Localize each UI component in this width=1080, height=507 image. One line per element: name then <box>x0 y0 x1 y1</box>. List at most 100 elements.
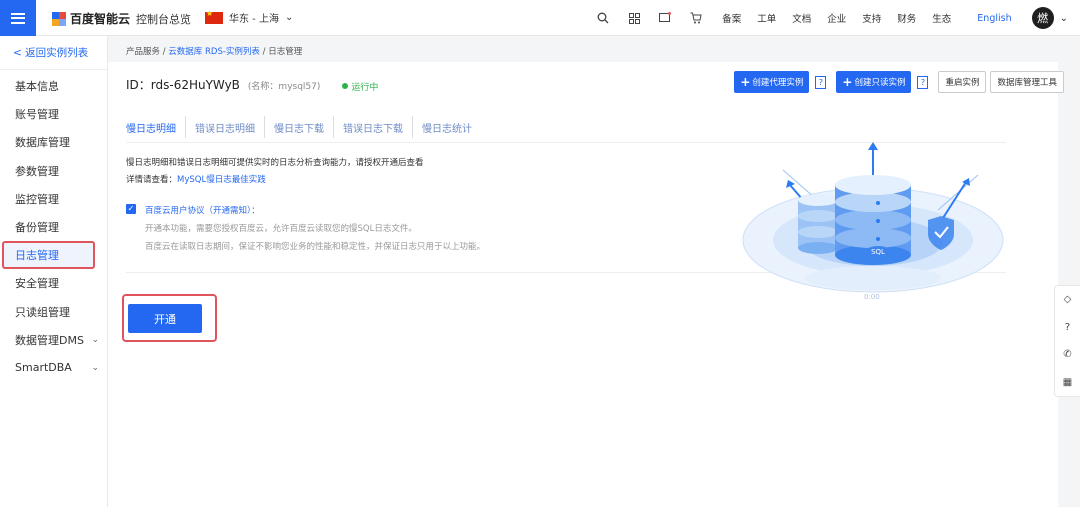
avatar[interactable]: 燃 <box>1031 7 1054 29</box>
phone-icon[interactable]: ✆ <box>1063 349 1071 360</box>
message-icon[interactable] <box>652 0 678 36</box>
agreement-block: ✓ 百度云用户协议（开通需知）： 开通本功能，需要您授权百度云，允许百度云读取您… <box>126 202 485 256</box>
restart-instance-button[interactable]: 重启实例 <box>938 71 987 93</box>
sidebar-item-database[interactable]: 数据库管理 <box>0 128 107 156</box>
description-text: 慢日志明细和错误日志明细可提供实时的日志分析查询能力，请授权开通后查看 <box>126 158 424 168</box>
grid-icon[interactable] <box>621 0 647 36</box>
help-circle-icon[interactable]: ? <box>1065 322 1070 333</box>
console-overview-link[interactable]: 控制台总览 <box>136 11 191 27</box>
sidebar-item-smartdba[interactable]: SmartDBA ⌄ <box>0 354 107 382</box>
button-label: 创建只读实例 <box>854 78 906 88</box>
plus-icon: + <box>740 75 751 89</box>
instance-header: ID：rds-62HuYWyB (名称：mysql57) 运行中 <box>126 76 378 93</box>
details-line: 详情请查看：MySQL慢日志最佳实践 <box>126 172 424 189</box>
nav-enterprise[interactable]: 企业 <box>827 11 846 25</box>
database-illustration: SQL <box>742 142 1004 293</box>
sidebar-item-logs[interactable]: 日志管理 <box>2 241 95 270</box>
sidebar-item-label: SmartDBA <box>15 361 72 375</box>
open-button-highlight: 开通 <box>122 294 217 342</box>
details-prefix: 详情请查看： <box>126 175 178 185</box>
sidebar-item-label: 数据库管理 <box>15 136 70 150</box>
agreement-title-link[interactable]: 百度云用户协议（开通需知）： <box>126 202 485 220</box>
help-icon[interactable]: ? <box>917 75 929 89</box>
sidebar-item-account[interactable]: 账号管理 <box>0 100 107 128</box>
database-tool-button[interactable]: 数据库管理工具 <box>990 71 1064 93</box>
china-flag-icon <box>205 9 223 24</box>
breadcrumb-separator: / <box>259 47 269 57</box>
region-selector[interactable]: 华东 - 上海 ⌄ <box>205 9 294 25</box>
chevron-down-icon: ⌄ <box>284 12 294 23</box>
feature-description: 慢日志明细和错误日志明细可提供实时的日志分析查询能力，请授权开通后查看 详情请查… <box>126 155 424 189</box>
tab-error-log-download[interactable]: 错误日志下载 <box>334 116 413 138</box>
baidu-cloud-logo-icon <box>52 11 66 26</box>
create-proxy-instance-button[interactable]: + 创建代理实例 <box>734 71 810 93</box>
agreement-text: 开通本功能，需要您授权百度云，允许百度云读取您的慢SQL日志文件。 <box>145 224 417 234</box>
sidebar-item-parameters[interactable]: 参数管理 <box>0 157 107 185</box>
tag-icon[interactable]: ◇ <box>1064 294 1072 305</box>
instance-name: (名称：mysql57) <box>247 82 321 92</box>
sidebar-item-label: 日志管理 <box>15 249 59 263</box>
sidebar-item-label: 监控管理 <box>15 192 59 206</box>
chevron-down-icon: ⌄ <box>91 362 99 373</box>
tab-slow-log-detail[interactable]: 慢日志明细 <box>126 116 186 138</box>
cart-icon[interactable] <box>683 0 709 36</box>
create-readonly-instance-button[interactable]: + 创建只读实例 <box>836 71 912 93</box>
grid-icon[interactable]: ▦ <box>1063 377 1072 388</box>
nav-ticket[interactable]: 工单 <box>757 11 776 25</box>
sidebar-item-monitoring[interactable]: 监控管理 <box>0 185 107 213</box>
breadcrumb-rds-list[interactable]: 云数据库 RDS-实例列表 <box>168 47 260 57</box>
sidebar-item-label: 备份管理 <box>15 221 59 235</box>
log-tabs: 慢日志明细 错误日志明细 慢日志下载 错误日志下载 慢日志统计 <box>126 116 481 138</box>
menu-button[interactable] <box>0 0 36 36</box>
best-practice-link[interactable]: MySQL慢日志最佳实践 <box>177 175 266 185</box>
sidebar-item-label: 账号管理 <box>15 108 59 122</box>
instance-actions: + 创建代理实例 ? + 创建只读实例 ? 重启实例 数据库管理工具 <box>734 71 1064 93</box>
status-text: 运行中 <box>351 82 379 93</box>
back-to-instance-list-link[interactable]: < 返回实例列表 <box>0 36 107 70</box>
tab-error-log-detail[interactable]: 错误日志明细 <box>186 116 265 138</box>
status-dot-icon <box>342 83 349 89</box>
logo-text: 百度智能云 <box>70 12 131 26</box>
status-badge: 运行中 <box>342 80 378 93</box>
nav-support[interactable]: 支持 <box>862 11 881 25</box>
top-right-nav: 备案 工单 文档 企业 支持 财务 生态 English 燃 ⌄ <box>590 0 1080 36</box>
nav-ecosystem[interactable]: 生态 <box>932 11 951 25</box>
sidebar-item-readonly-group[interactable]: 只读组管理 <box>0 298 107 326</box>
sidebar-item-label: 基本信息 <box>15 80 59 94</box>
region-label: 华东 - 上海 <box>229 14 279 25</box>
enable-button[interactable]: 开通 <box>128 304 202 333</box>
nav-docs[interactable]: 文档 <box>792 11 811 25</box>
language-switch[interactable]: English <box>977 13 1011 24</box>
breadcrumb: 产品服务 / 云数据库 RDS-实例列表 / 日志管理 <box>126 45 302 57</box>
nav-finance[interactable]: 财务 <box>897 11 916 25</box>
instance-id: ID：rds-62HuYWyB <box>126 78 240 92</box>
tab-slow-log-download[interactable]: 慢日志下载 <box>265 116 334 138</box>
tab-slow-log-stats[interactable]: 慢日志统计 <box>413 116 481 138</box>
help-icon[interactable]: ? <box>815 75 827 89</box>
nav-record[interactable]: 备案 <box>722 11 741 25</box>
plus-icon: + <box>842 75 853 89</box>
sidebar-item-label: 安全管理 <box>15 277 59 291</box>
agreement-text: 百度云在读取日志期间，保证不影响您业务的性能和稳定性，并保证日志只用于以上功能。 <box>145 242 486 252</box>
sidebar-item-dms[interactable]: 数据管理DMS ⌄ <box>0 326 107 354</box>
breadcrumb-current: 日志管理 <box>268 47 303 57</box>
sql-label: SQL <box>871 248 885 256</box>
breadcrumb-products[interactable]: 产品服务 <box>126 47 160 57</box>
top-bar: 百度智能云 控制台总览 华东 - 上海 ⌄ 备案 工单 文档 企业 支持 财务 … <box>0 0 1080 36</box>
sidebar-item-backup[interactable]: 备份管理 <box>0 213 107 241</box>
chevron-down-icon: ⌄ <box>91 334 99 345</box>
sidebar-item-security[interactable]: 安全管理 <box>0 269 107 297</box>
chevron-down-icon[interactable]: ⌄ <box>1060 13 1068 24</box>
sidebar-item-label: 数据管理DMS <box>15 333 84 347</box>
button-label: 创建代理实例 <box>752 78 804 88</box>
agreement-checkbox[interactable]: ✓ <box>126 204 136 214</box>
hamburger-icon <box>11 12 25 24</box>
sidebar-item-label: 参数管理 <box>15 164 59 178</box>
sidebar-item-label: 只读组管理 <box>15 305 70 319</box>
logo[interactable]: 百度智能云 <box>52 10 130 27</box>
sidebar: < 返回实例列表 基本信息 账号管理 数据库管理 参数管理 监控管理 备份管理 … <box>0 36 108 507</box>
media-timecode: 0:00 <box>864 293 880 301</box>
search-icon[interactable] <box>590 0 616 36</box>
sidebar-item-basic-info[interactable]: 基本信息 <box>0 72 107 100</box>
floating-toolbar: ◇ ? ✆ ▦ <box>1054 285 1080 397</box>
